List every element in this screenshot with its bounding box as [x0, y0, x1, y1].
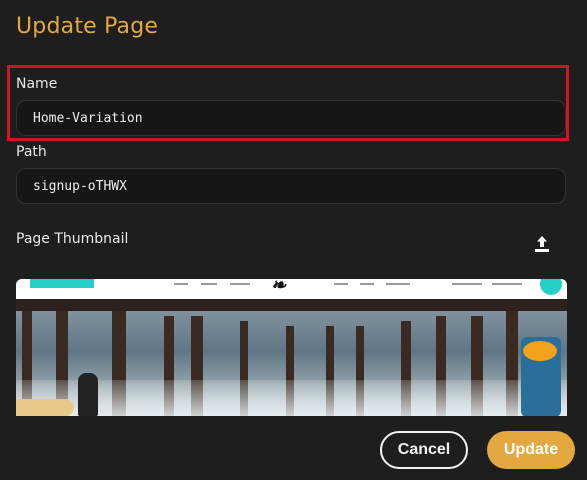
name-label: Name	[16, 76, 58, 92]
thumbnail-menu-item	[492, 283, 522, 285]
surfer-figure	[78, 373, 98, 416]
update-button[interactable]: Update	[487, 431, 575, 469]
thumbnail-menu-item	[360, 283, 374, 285]
thumbnail-hero-image	[16, 299, 567, 416]
upload-thumbnail-button[interactable]	[530, 232, 554, 256]
promo-sticker	[521, 337, 561, 416]
thumbnail-menu-item	[386, 283, 410, 285]
thumbnail-menu-item	[230, 283, 250, 285]
thumbnail-menu-item	[334, 283, 348, 285]
name-input[interactable]	[16, 100, 566, 136]
thumbnail-menu-item	[452, 283, 482, 285]
page-thumbnail-label: Page Thumbnail	[16, 231, 129, 247]
update-page-dialog: Update Page Name Path Page Thumbnail ❧	[0, 0, 587, 480]
pier-deck	[16, 299, 567, 311]
thumbnail-cta	[30, 279, 94, 288]
page-thumbnail-preview: ❧	[16, 279, 567, 416]
thumbnail-nav-button	[540, 279, 562, 295]
path-input[interactable]	[16, 168, 566, 204]
ocean-wave	[16, 380, 567, 416]
dialog-title: Update Page	[16, 14, 159, 39]
upload-icon	[535, 236, 549, 252]
cancel-button[interactable]: Cancel	[380, 431, 468, 469]
path-label: Path	[16, 144, 47, 160]
thumbnail-nav-bar: ❧	[16, 279, 567, 299]
thumbnail-menu-item	[174, 283, 188, 285]
thumbnail-logo: ❧	[271, 279, 287, 296]
thumbnail-menu-item	[201, 283, 217, 285]
surfboard	[16, 399, 74, 416]
promo-sticker-badge	[523, 341, 557, 361]
